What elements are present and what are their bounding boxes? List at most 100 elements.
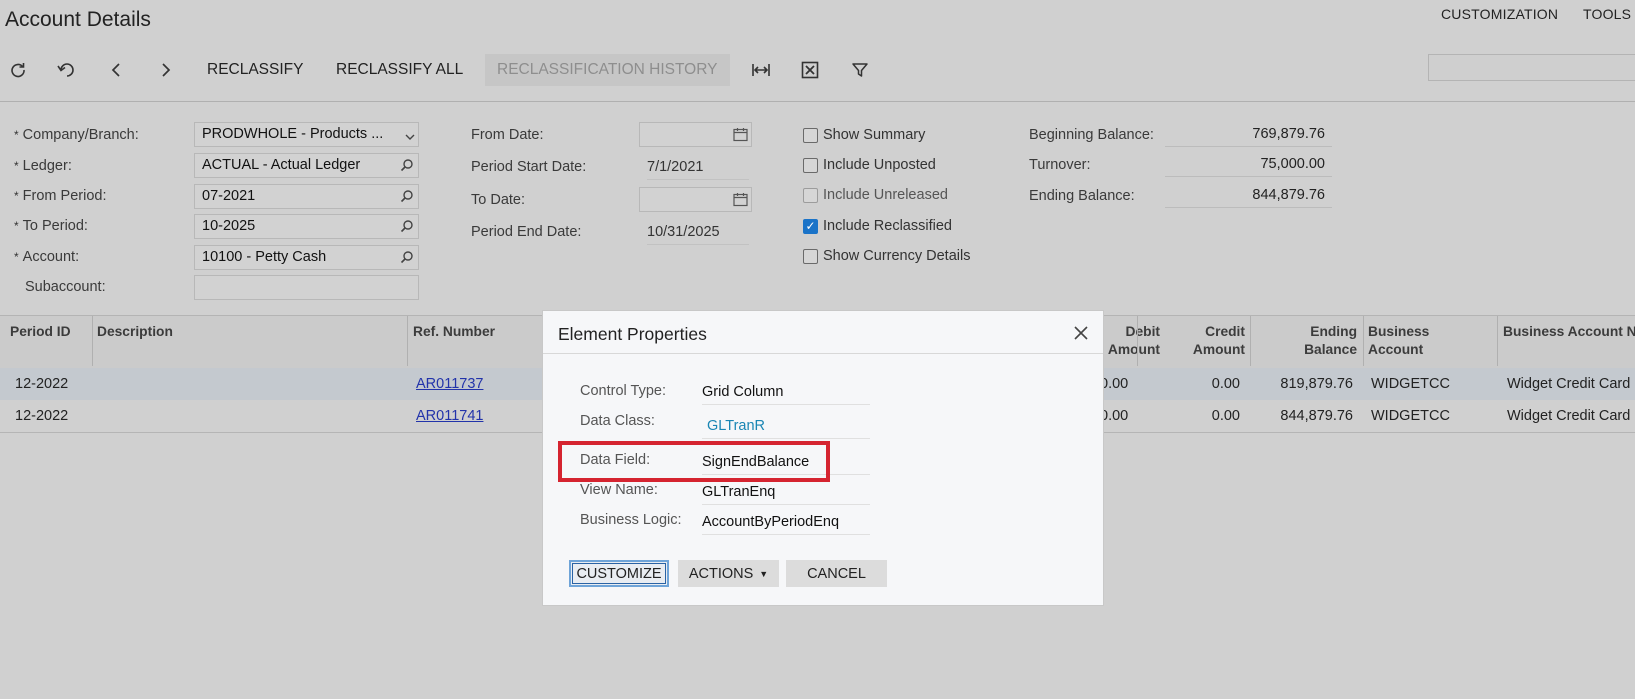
search-icon[interactable] <box>400 250 414 267</box>
column-divider[interactable] <box>1363 316 1364 366</box>
customize-button[interactable]: CUSTOMIZE <box>569 560 669 587</box>
cell-period-id: 12-2022 <box>15 408 69 424</box>
to-date-label: To Date: <box>471 192 525 208</box>
column-header-ending-balance[interactable]: Ending Balance <box>1262 323 1357 359</box>
turnover-value: 75,000.00 <box>1165 152 1332 177</box>
account-label: * Account: <box>14 249 80 265</box>
search-icon[interactable] <box>400 219 414 236</box>
reclassify-all-button[interactable]: RECLASSIFY ALL <box>336 58 463 82</box>
column-header-description[interactable]: Description <box>97 323 173 341</box>
chevron-left-icon[interactable] <box>104 58 128 82</box>
beginning-balance-value: 769,879.76 <box>1165 122 1332 147</box>
highlight-box <box>558 441 830 482</box>
dialog-title: Element Properties <box>558 324 707 344</box>
checkbox-box[interactable] <box>803 248 818 264</box>
view-name-label: View Name: <box>580 482 658 498</box>
chevron-down-icon[interactable] <box>404 129 416 145</box>
cell-business-account: WIDGETCC <box>1371 376 1450 392</box>
cancel-button[interactable]: CANCEL <box>786 560 887 587</box>
ending-balance-label: Ending Balance: <box>1029 188 1135 204</box>
undo-icon[interactable] <box>54 58 78 82</box>
checkbox-box[interactable] <box>803 187 818 203</box>
reclassify-button[interactable]: RECLASSIFY <box>207 58 303 82</box>
control-type-value: Grid Column <box>702 384 870 405</box>
period-start-date-label: Period Start Date: <box>471 159 587 175</box>
business-logic-label: Business Logic: <box>580 512 682 528</box>
show-summary-checkbox[interactable]: Show Summary <box>803 127 925 143</box>
close-icon[interactable] <box>1071 323 1091 343</box>
period-end-date-label: Period End Date: <box>471 224 582 240</box>
to-period-label: * To Period: <box>14 218 88 234</box>
cell-business-account-name: Widget Credit Card <box>1507 408 1631 424</box>
cell-business-account-name: Widget Credit Card <box>1507 376 1631 392</box>
ledger-label: * Ledger: <box>14 158 72 174</box>
cell-debit-amount: 0.00 <box>1100 376 1129 392</box>
filter-icon[interactable] <box>848 58 872 82</box>
calendar-icon[interactable] <box>733 127 748 145</box>
show-currency-details-checkbox[interactable]: Show Currency Details <box>803 248 970 264</box>
dialog-divider <box>543 353 1103 354</box>
column-header-business-account[interactable]: Business Account <box>1368 323 1429 359</box>
fit-columns-icon[interactable] <box>749 58 773 82</box>
column-header-period-id[interactable]: Period ID <box>10 323 71 341</box>
column-divider[interactable] <box>407 316 408 366</box>
subaccount-label: Subaccount: <box>25 279 106 295</box>
period-start-date-value: 7/1/2021 <box>647 159 749 180</box>
search-input[interactable] <box>1428 54 1635 81</box>
ref-number-link[interactable]: AR011741 <box>416 408 483 424</box>
from-period-label: * From Period: <box>14 188 107 204</box>
cell-credit-amount: 0.00 <box>1211 408 1240 424</box>
reclassification-history-button[interactable]: RECLASSIFICATION HISTORY <box>485 54 730 86</box>
column-header-business-account-name[interactable]: Business Account Na <box>1503 323 1635 341</box>
tools-menu[interactable]: TOOLS <box>1583 6 1631 22</box>
search-icon[interactable] <box>400 189 414 206</box>
company-branch-select[interactable]: PRODWHOLE - Products ... <box>194 122 419 147</box>
ending-balance-value: 844,879.76 <box>1165 183 1332 208</box>
from-date-label: From Date: <box>471 127 544 143</box>
ref-number-link[interactable]: AR011737 <box>416 376 483 392</box>
column-header-credit-amount[interactable]: Credit Amount <box>1150 323 1245 359</box>
cell-business-account: WIDGETCC <box>1371 408 1450 424</box>
include-unposted-checkbox[interactable]: Include Unposted <box>803 157 936 173</box>
cell-credit-amount: 0.00 <box>1211 376 1240 392</box>
cell-debit-amount: 0.00 <box>1100 408 1129 424</box>
column-divider[interactable] <box>1137 316 1138 366</box>
calendar-icon[interactable] <box>733 192 748 210</box>
turnover-label: Turnover: <box>1029 157 1091 173</box>
search-icon[interactable] <box>400 158 414 175</box>
chevron-right-icon[interactable] <box>154 58 178 82</box>
account-field[interactable]: 10100 - Petty Cash <box>194 245 419 270</box>
data-class-label: Data Class: <box>580 413 655 429</box>
page-title: Account Details <box>5 8 151 31</box>
toolbar-divider <box>0 101 1635 102</box>
column-divider[interactable] <box>1497 316 1498 366</box>
column-divider[interactable] <box>1250 316 1251 366</box>
checkbox-box[interactable] <box>803 157 818 173</box>
actions-button[interactable]: ACTIONS ▼ <box>678 560 779 587</box>
subaccount-field[interactable] <box>194 275 419 300</box>
customization-menu[interactable]: CUSTOMIZATION <box>1441 6 1558 22</box>
column-divider[interactable] <box>92 316 93 366</box>
business-logic-value: AccountByPeriodEnq <box>702 514 870 535</box>
checkbox-box[interactable] <box>803 127 818 143</box>
cell-period-id: 12-2022 <box>15 376 69 392</box>
refresh-icon[interactable] <box>6 58 30 82</box>
column-header-ref-number[interactable]: Ref. Number <box>413 323 495 341</box>
include-reclassified-checkbox[interactable]: ✓ Include Reclassified <box>803 218 952 234</box>
view-name-value: GLTranEnq <box>702 484 870 505</box>
caret-down-icon: ▼ <box>759 568 769 579</box>
data-class-link[interactable]: GLTranR <box>702 418 870 439</box>
to-period-field[interactable]: 10-2025 <box>194 214 419 239</box>
beginning-balance-label: Beginning Balance: <box>1029 127 1154 143</box>
control-type-label: Control Type: <box>580 383 666 399</box>
include-unreleased-checkbox[interactable]: Include Unreleased <box>803 187 948 203</box>
from-period-field[interactable]: 07-2021 <box>194 184 419 209</box>
ledger-field[interactable]: ACTUAL - Actual Ledger <box>194 153 419 178</box>
company-branch-label: * Company/Branch: <box>14 127 139 143</box>
element-properties-dialog: Element Properties Control Type: Grid Co… <box>542 310 1104 606</box>
cell-ending-balance: 819,879.76 <box>1280 376 1353 392</box>
checkmark-icon[interactable]: ✓ <box>803 218 818 234</box>
excel-export-icon[interactable] <box>798 58 822 82</box>
period-end-date-value: 10/31/2025 <box>647 224 749 245</box>
cell-ending-balance: 844,879.76 <box>1280 408 1353 424</box>
